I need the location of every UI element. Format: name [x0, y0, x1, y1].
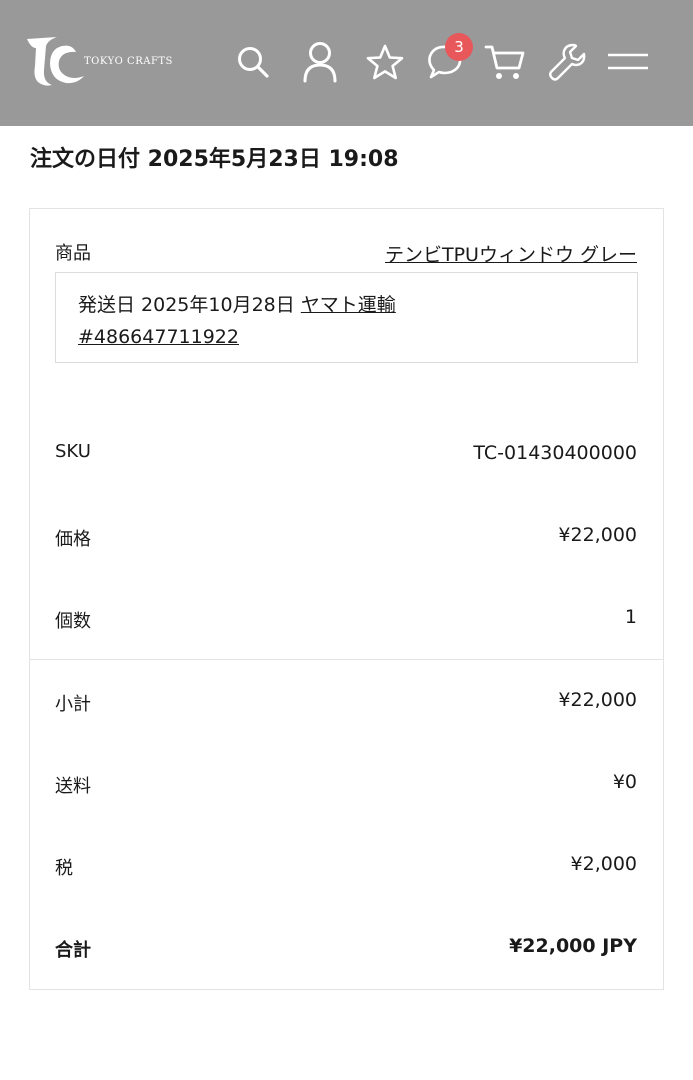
shipping-info-box: 発送日 2025年10月28日 ヤマト運輸 #486647711922 [55, 272, 638, 363]
star-icon [366, 44, 404, 80]
cart-icon [484, 45, 525, 79]
notification-badge: 3 [445, 33, 473, 61]
shipping-date-text: 発送日 2025年10月28日 [78, 294, 301, 316]
sku-value: TC-01430400000 [473, 442, 637, 464]
total-value: ¥22,000 JPY [509, 935, 637, 957]
brand-logo[interactable]: TOKYO CRAFTS [24, 34, 172, 90]
sku-label: SKU [55, 441, 91, 462]
settings-button[interactable] [543, 38, 591, 86]
product-link[interactable]: テンビTPUウィンドウ グレー [385, 240, 637, 267]
tax-value: ¥2,000 [570, 853, 637, 875]
favorites-button[interactable] [361, 38, 409, 86]
price-value: ¥22,000 [558, 524, 637, 546]
menu-icon [608, 53, 648, 70]
account-button[interactable] [296, 38, 344, 86]
section-divider [29, 659, 664, 660]
price-label: 価格 [55, 529, 91, 550]
product-label: 商品 [55, 243, 91, 264]
quantity-value: 1 [624, 606, 637, 628]
site-header: TOKYO CRAFTS 3 [0, 0, 693, 126]
search-button[interactable] [229, 38, 277, 86]
subtotal-value: ¥22,000 [558, 689, 637, 711]
total-label: 合計 [55, 940, 91, 961]
shipping-fee-value: ¥0 [612, 771, 637, 793]
shipping-fee-label: 送料 [55, 776, 91, 797]
logo-mark-icon [27, 37, 84, 86]
search-icon [238, 47, 269, 78]
wrench-icon [549, 43, 586, 81]
subtotal-label: 小計 [55, 694, 91, 715]
quantity-label: 個数 [55, 611, 91, 632]
menu-button[interactable] [604, 38, 652, 86]
tax-label: 税 [55, 858, 73, 879]
carrier-link[interactable]: ヤマト運輸 [301, 294, 396, 316]
tracking-number-link[interactable]: #486647711922 [78, 326, 239, 348]
brand-name: TOKYO CRAFTS [84, 56, 173, 67]
cart-button[interactable] [481, 38, 529, 86]
user-icon [303, 42, 337, 83]
order-date-title: 注文の日付 2025年5月23日 19:08 [30, 147, 399, 172]
